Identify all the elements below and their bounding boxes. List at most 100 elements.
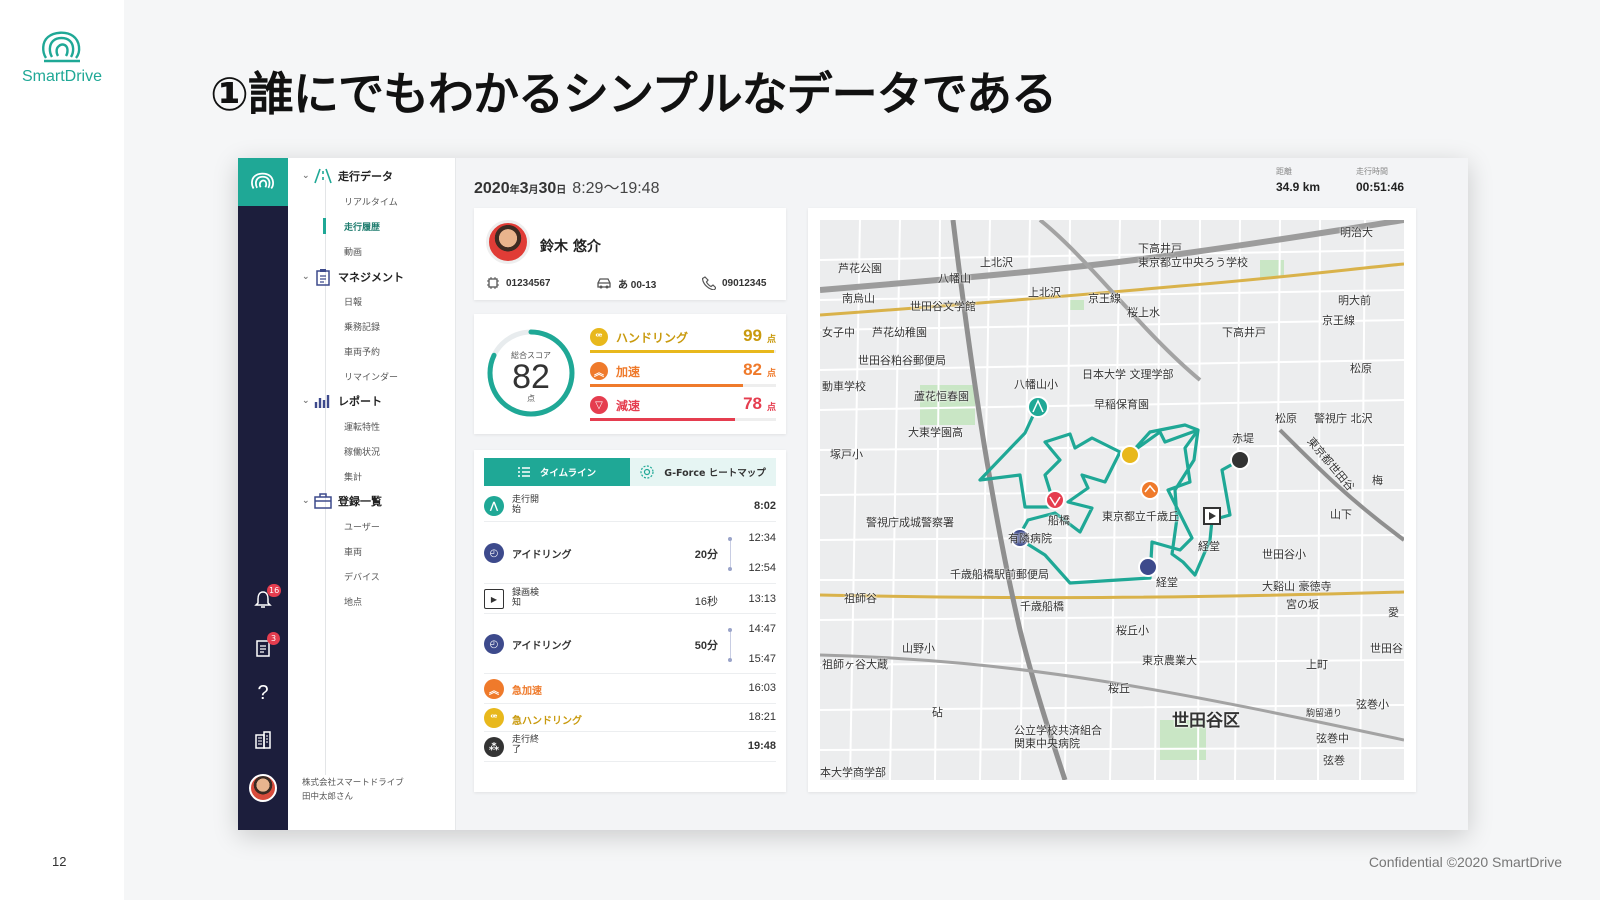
acceleration-bar-fill [590,384,743,387]
notifications-button[interactable]: 16 [238,584,288,610]
map-place-label: 女子中 [822,326,855,339]
help-button[interactable]: ? [238,682,288,705]
road-icon [314,168,332,184]
date-month: 3 [519,180,529,197]
event-label: 録画検知 [512,588,540,608]
event-label: アイドリング [512,550,572,561]
map-place-label: 南烏山 [842,292,875,305]
map-place-label: 上町 [1306,658,1328,671]
map-place-label: 山野小 [902,642,935,655]
deceleration-icon: ▽ [590,396,608,414]
reports-button[interactable]: 3 [238,632,288,658]
nav-item-reminder[interactable]: リマインダー [344,370,398,383]
nav-item-aggregate[interactable]: 集計 [344,470,362,483]
nav-item-vehicles[interactable]: 車両 [344,545,362,558]
event-label: 走行終了 [512,735,540,755]
time-range-indicator [728,628,732,662]
event-start-time: 12:34 [748,532,776,544]
map-place-label: 赤堤 [1232,432,1254,445]
event-time: 8:02 [753,500,776,512]
chevron-down-icon: ⌄ [302,496,310,506]
reports-badge: 3 [267,632,280,645]
nav-item-vehicle-reservation[interactable]: 車両予約 [344,345,380,358]
handling-icon: ꟹ [484,708,504,728]
map-place-label: 有隣病院 [1008,532,1052,545]
idling-marker-icon[interactable] [1138,557,1158,577]
deceleration-bar-fill [590,418,736,421]
event-end-time: 12:54 [748,562,776,574]
sudden-handling-marker-icon[interactable] [1120,445,1140,465]
app-logo-button[interactable] [238,158,288,206]
map-place-label: 京王線 [1322,314,1355,327]
idling-icon: ◴ [484,634,504,654]
timeline-row[interactable]: ︽ 急加速 16:03 [484,674,776,704]
finish-marker-icon[interactable] [1230,450,1250,470]
tab-timeline[interactable]: タイムライン [484,458,630,486]
nav-section-driving-data[interactable]: ⌄ 走行データ [302,168,393,184]
nav-item-users[interactable]: ユーザー [344,520,380,533]
nav-section-registry[interactable]: ⌄ 登録一覧 [302,493,382,509]
handling-value: 99 [743,326,762,345]
nav-item-video[interactable]: 動画 [344,245,362,258]
timeline-row[interactable]: ⋀ 走行開始 8:02 [484,490,776,522]
map-place-label: 祖師谷 [844,592,877,605]
map-place-label: 松原 [1275,412,1297,425]
phone-number-value: 09012345 [722,277,767,289]
map-place-label: 明大前 [1338,294,1371,307]
nav-item-realtime[interactable]: リアルタイム [344,195,398,208]
nav-item-driving-characteristics[interactable]: 運転特性 [344,420,380,433]
route-map[interactable]: 明治大 下高井戸 東京都立中央ろう学校 芦花公園 八幡山 上北沢 南烏山 世田谷… [820,220,1404,780]
nav-section-label: マネジメント [338,271,404,284]
map-place-label: 千歳船橋駅前郵便局 [950,568,1049,581]
range-end-dot [728,567,732,571]
map-place-label: 経堂 [1198,540,1220,553]
map-place-label: 本大学商学部 [820,766,886,779]
phone-icon [702,276,716,290]
range-end-dot [728,658,732,662]
event-label: アイドリング [512,641,572,652]
tab-gforce-heatmap[interactable]: G-Force ヒートマップ [630,458,776,486]
deceleration-unit: 点 [766,403,776,413]
map-place-label: 芦花公園 [838,262,882,275]
date-day: 30 [538,180,557,197]
nav-item-operation-status[interactable]: 稼働状況 [344,445,380,458]
event-label: 急ハンドリング [512,716,582,727]
map-place-label: 京王線 [1088,292,1121,305]
map-place-label: 動車学校 [822,380,866,393]
nav-item-crew-record[interactable]: 乗務記録 [344,320,380,333]
map-place-label: 上北沢 [980,256,1013,269]
nav-item-devices[interactable]: デバイス [344,570,380,583]
map-place-label: 砧 [932,706,943,719]
nav-item-daily-report[interactable]: 日報 [344,295,362,308]
timeline-row[interactable]: ⁂ 走行終了 19:48 [484,732,776,762]
driver-name: 鈴木 悠介 [540,239,601,255]
nav-item-driving-history[interactable]: 走行履歴 [344,220,380,233]
nav-section-management[interactable]: ⌄ マネジメント [302,268,404,286]
timeline-row[interactable]: ꟹ 急ハンドリング 18:21 [484,704,776,732]
acceleration-bar [590,384,776,387]
sudden-acceleration-marker-icon[interactable] [1140,480,1160,500]
nav-active-indicator [323,218,326,234]
date-year-unit: 年 [509,185,520,196]
user-avatar-button[interactable] [238,774,288,802]
handling-unit: 点 [766,335,776,345]
trip-time-range: 8:29〜19:48 [572,180,660,197]
chevron-down-icon: ⌄ [302,396,310,406]
app-logo-icon [251,172,274,190]
map-place-label: 祖師ヶ谷大蔵 [822,658,888,671]
company-button[interactable] [238,730,288,750]
nav-section-reports[interactable]: ⌄ レポート [302,393,382,409]
map-place-label: 下高井戸 [1222,326,1266,339]
timeline-row[interactable]: ◴ アイドリング 20分 12:34 12:54 [484,522,776,584]
building-icon [255,731,271,749]
timeline-tabs: タイムライン G-Force ヒートマップ [484,458,776,486]
notifications-badge: 16 [267,584,282,597]
timeline-row[interactable]: ◴ アイドリング 50分 14:47 15:47 [484,614,776,674]
map-place-label: 警視庁成城警察署 [866,516,954,529]
slide-margin [0,0,124,900]
nav-item-locations[interactable]: 地点 [344,595,362,608]
distance-stat: 距離 34.9 km [1276,166,1320,194]
timeline-row[interactable]: ▶ 録画検知 16秒 13:13 [484,584,776,614]
nav-section-label: 登録一覧 [338,495,382,508]
company-name: 株式会社スマートドライブ [302,778,404,788]
